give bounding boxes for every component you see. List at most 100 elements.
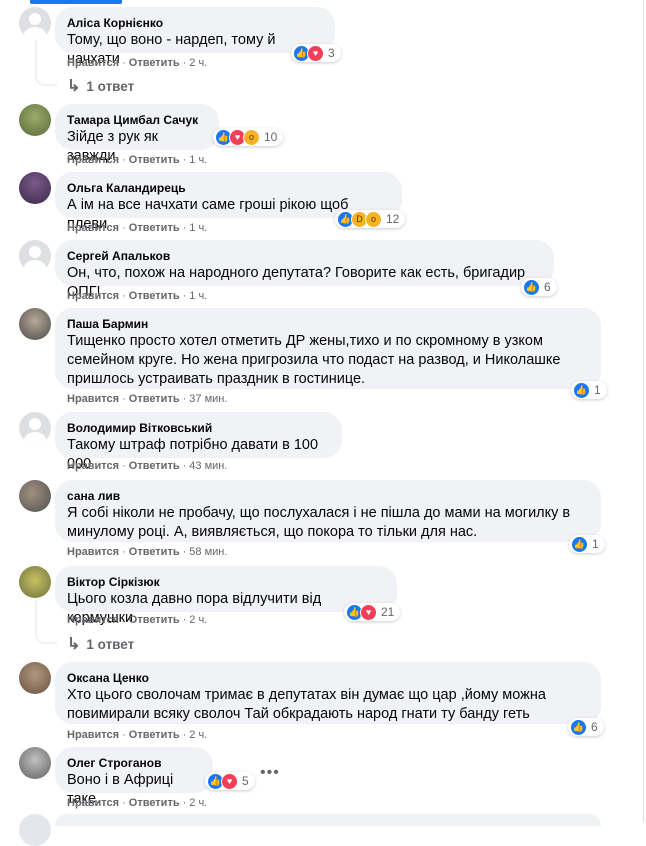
avatar[interactable] bbox=[19, 814, 51, 846]
avatar[interactable] bbox=[19, 747, 51, 779]
comment-timestamp[interactable]: 37 мин. bbox=[189, 393, 227, 405]
comment-author[interactable]: Паша Бармин bbox=[67, 316, 589, 332]
active-tab-indicator bbox=[30, 0, 122, 4]
reaction-count: 3 bbox=[328, 46, 335, 60]
comment-author[interactable]: Оксана Ценко bbox=[67, 670, 589, 686]
avatar[interactable] bbox=[19, 566, 51, 598]
panel-border bbox=[643, 0, 644, 822]
thumbs-up-icon: 👍 bbox=[571, 535, 588, 553]
comment-timestamp[interactable]: 1 ч. bbox=[189, 290, 207, 302]
avatar[interactable] bbox=[19, 104, 51, 136]
like-button[interactable]: Нравится bbox=[67, 546, 119, 558]
comment-bubble bbox=[55, 814, 601, 826]
view-replies-link[interactable]: ↳ 1 ответ bbox=[67, 76, 134, 96]
reaction-count: 1 bbox=[592, 537, 599, 551]
reaction-summary[interactable]: 👍 ♥ 5 bbox=[205, 772, 255, 790]
thumbs-up-icon: 👍 bbox=[523, 278, 540, 296]
view-replies-link[interactable]: ↳ 1 ответ bbox=[67, 634, 134, 654]
comment-timestamp[interactable]: 2 ч. bbox=[189, 614, 207, 626]
reaction-count: 21 bbox=[381, 605, 395, 619]
like-button[interactable]: Нравится bbox=[67, 154, 119, 166]
comment-author[interactable]: Володимир Вітковський bbox=[67, 420, 330, 436]
reaction-count: 1 bbox=[594, 383, 601, 397]
avatar[interactable] bbox=[19, 480, 51, 512]
like-button[interactable]: Нравится bbox=[67, 290, 119, 302]
reply-button[interactable]: Ответить bbox=[129, 290, 180, 302]
comment-timestamp[interactable]: 2 ч. bbox=[189, 729, 207, 741]
reply-button[interactable]: Ответить bbox=[129, 222, 180, 234]
thumbs-up-icon: 👍 bbox=[570, 718, 587, 736]
reaction-summary[interactable]: 👍 1 bbox=[571, 381, 607, 399]
like-button[interactable]: Нравится bbox=[67, 614, 119, 626]
reply-button[interactable]: Ответить bbox=[129, 614, 180, 626]
comment-timestamp[interactable]: 58 мин. bbox=[189, 546, 227, 558]
reaction-summary[interactable]: 👍 ♥ 3 bbox=[291, 44, 341, 62]
comment-author[interactable]: Аліса Корнієнко bbox=[67, 15, 323, 31]
thread-line bbox=[35, 600, 57, 644]
comment-timestamp[interactable]: 1 ч. bbox=[189, 154, 207, 166]
heart-icon: ♥ bbox=[221, 772, 238, 790]
reply-arrow-icon: ↳ bbox=[67, 78, 81, 95]
comment-author[interactable]: Олег Строганов bbox=[67, 755, 201, 771]
avatar[interactable] bbox=[19, 662, 51, 694]
avatar[interactable] bbox=[19, 412, 51, 444]
comment-actions: Нравится · Ответить · 1 ч. bbox=[67, 290, 208, 302]
like-button[interactable]: Нравится bbox=[67, 393, 119, 405]
comment-text: Я собі ніколи не пробачу, що послухалася… bbox=[67, 505, 571, 540]
reply-arrow-icon: ↳ bbox=[67, 636, 81, 653]
comment-text: Хто цього сволочам тримає в депутатах ві… bbox=[67, 687, 546, 722]
comment-bubble: Володимир Вітковський Такому штраф потрі… bbox=[55, 412, 342, 472]
comment-actions: Нравится · Ответить · 2 ч. bbox=[67, 57, 208, 69]
comment-actions: Нравится · Ответить · 2 ч. bbox=[67, 614, 208, 626]
comment-bubble: Паша Бармин Тищенко просто хотел отметит… bbox=[55, 308, 601, 389]
avatar[interactable] bbox=[19, 240, 51, 272]
reply-button[interactable]: Ответить bbox=[129, 460, 180, 472]
reaction-summary[interactable]: 👍 ♥ o 10 bbox=[213, 128, 284, 146]
comment-author[interactable]: Ольга Каландирець bbox=[67, 180, 390, 196]
comment-timestamp[interactable]: 2 ч. bbox=[189, 57, 207, 69]
like-button[interactable]: Нравится bbox=[67, 460, 119, 472]
reaction-count: 10 bbox=[264, 130, 278, 144]
reaction-summary[interactable]: 👍 ♥ 21 bbox=[344, 603, 401, 621]
comment-author[interactable]: Тамара Цимбал Сачук bbox=[67, 112, 207, 128]
reply-button[interactable]: Ответить bbox=[129, 729, 180, 741]
thread-line bbox=[35, 40, 57, 86]
reaction-count: 6 bbox=[544, 280, 551, 294]
heart-icon: ♥ bbox=[307, 44, 324, 62]
like-button[interactable]: Нравится bbox=[67, 729, 119, 741]
comment-timestamp[interactable]: 43 мин. bbox=[189, 460, 227, 472]
reaction-count: 12 bbox=[386, 212, 400, 226]
avatar[interactable] bbox=[19, 172, 51, 204]
reaction-summary[interactable]: 👍 6 bbox=[521, 278, 557, 296]
comment-actions: Нравится · Ответить · 1 ч. bbox=[67, 222, 208, 234]
reply-button[interactable]: Ответить bbox=[129, 797, 180, 809]
comment-timestamp[interactable]: 1 ч. bbox=[189, 222, 207, 234]
more-options-icon[interactable]: ••• bbox=[260, 764, 280, 782]
reaction-count: 6 bbox=[591, 720, 598, 734]
avatar[interactable] bbox=[19, 7, 51, 39]
heart-icon: ♥ bbox=[360, 603, 377, 621]
comment-actions: Нравится · Ответить · 37 мин. bbox=[67, 393, 228, 405]
reply-button[interactable]: Ответить bbox=[129, 546, 180, 558]
like-button[interactable]: Нравится bbox=[67, 797, 119, 809]
reply-button[interactable]: Ответить bbox=[129, 57, 180, 69]
reaction-summary[interactable]: 👍 Do 12 bbox=[335, 210, 406, 228]
like-button[interactable]: Нравится bbox=[67, 222, 119, 234]
comment-author[interactable]: Сергей Апальков bbox=[67, 248, 542, 264]
comment-bubble: Сергей Апальков Он, что, похож на народн… bbox=[55, 240, 554, 300]
comment-actions: Нравится · Ответить · 58 мин. bbox=[67, 546, 228, 558]
comment-author[interactable]: Віктор Сіркізюк bbox=[67, 574, 385, 590]
comment-bubble: сана лив Я собі ніколи не пробачу, що по… bbox=[55, 480, 601, 542]
avatar[interactable] bbox=[19, 308, 51, 340]
replies-count: 1 ответ bbox=[86, 636, 135, 652]
comment-author[interactable]: сана лив bbox=[67, 488, 589, 504]
comment-bubble: Оксана Ценко Хто цього сволочам тримає в… bbox=[55, 662, 601, 724]
comment-timestamp[interactable]: 2 ч. bbox=[189, 797, 207, 809]
reaction-summary[interactable]: 👍 6 bbox=[568, 718, 604, 736]
comment-actions: Нравится · Ответить · 2 ч. bbox=[67, 729, 208, 741]
like-button[interactable]: Нравится bbox=[67, 57, 119, 69]
reply-button[interactable]: Ответить bbox=[129, 393, 180, 405]
comment-actions: Нравится · Ответить · 2 ч. bbox=[67, 797, 208, 809]
reaction-summary[interactable]: 👍 1 bbox=[569, 535, 605, 553]
reply-button[interactable]: Ответить bbox=[129, 154, 180, 166]
